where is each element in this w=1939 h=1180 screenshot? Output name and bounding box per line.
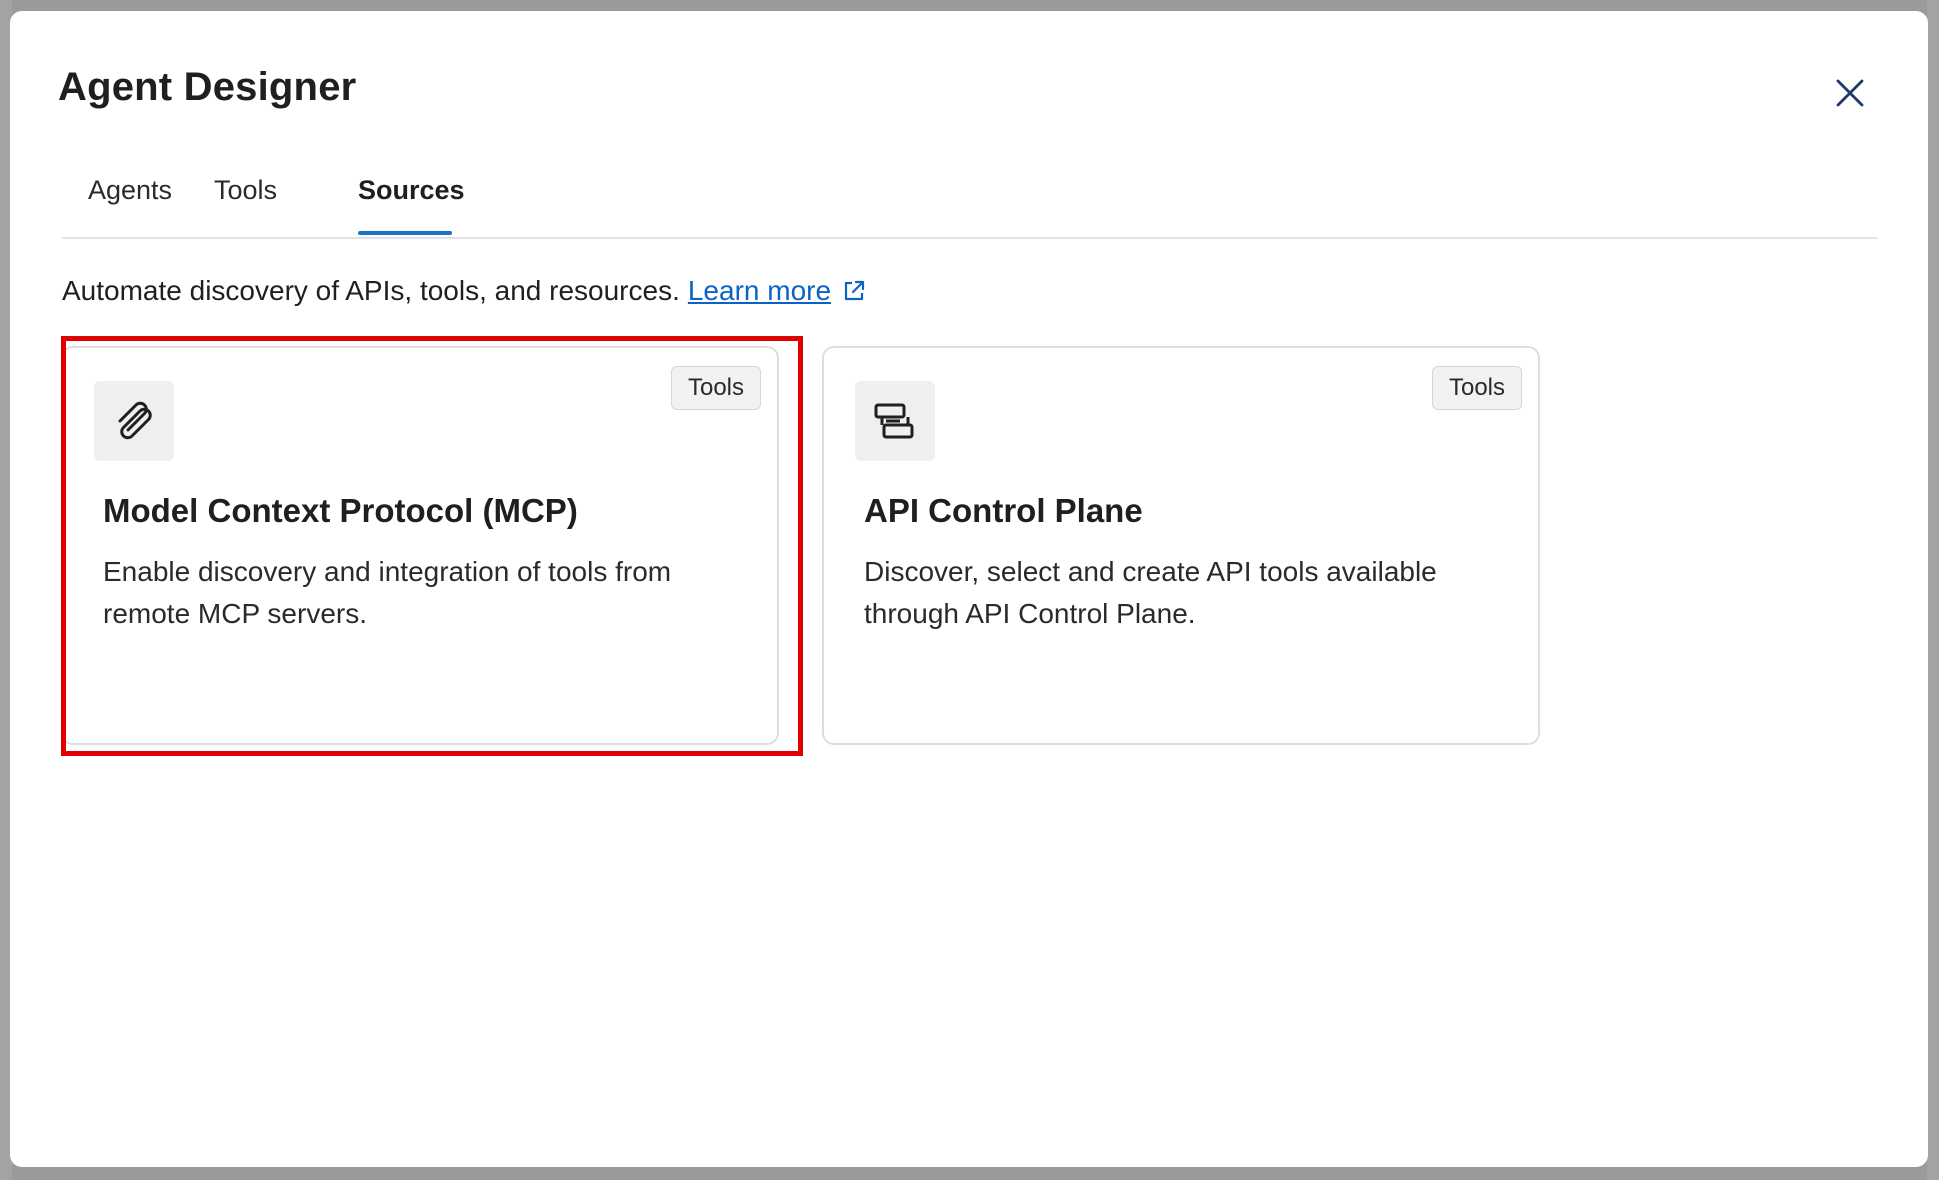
- card-title: Model Context Protocol (MCP): [103, 492, 578, 529]
- dialog-title: Agent Designer: [58, 65, 357, 109]
- paperclip-icon: [118, 401, 152, 440]
- category-badge: Tools: [1431, 366, 1522, 410]
- source-card-mcp[interactable]: Tools Model Context Protocol (MCP) Enabl…: [61, 346, 779, 745]
- close-button[interactable]: [1828, 71, 1872, 115]
- backdrop-right: [1927, 0, 1939, 1180]
- intro-description: Automate discovery of APIs, tools, and r…: [62, 275, 680, 306]
- learn-more-link[interactable]: Learn more: [688, 275, 831, 307]
- active-tab-indicator: [358, 231, 452, 235]
- agent-designer-dialog: Agent Designer Agents Tools Sources Auto…: [10, 11, 1928, 1167]
- source-card-api-control-plane[interactable]: Tools API Control Plane Discover, select…: [822, 346, 1540, 745]
- card-title: API Control Plane: [864, 492, 1143, 529]
- card-icon-container: [855, 381, 935, 461]
- tab-agents[interactable]: Agents: [88, 175, 172, 206]
- tab-sources[interactable]: Sources: [358, 175, 465, 206]
- close-icon: [1836, 79, 1864, 107]
- intro-text: Automate discovery of APIs, tools, and r…: [62, 275, 867, 307]
- card-icon-container: [94, 381, 174, 461]
- card-description: Discover, select and create API tools av…: [864, 556, 1437, 629]
- external-link-icon[interactable]: [841, 278, 867, 304]
- category-badge: Tools: [670, 366, 761, 410]
- tab-bar: Agents Tools Sources: [62, 165, 1878, 239]
- tab-tools[interactable]: Tools: [214, 175, 277, 206]
- api-stack-icon: [874, 403, 914, 439]
- card-description: Enable discovery and integration of tool…: [103, 556, 672, 629]
